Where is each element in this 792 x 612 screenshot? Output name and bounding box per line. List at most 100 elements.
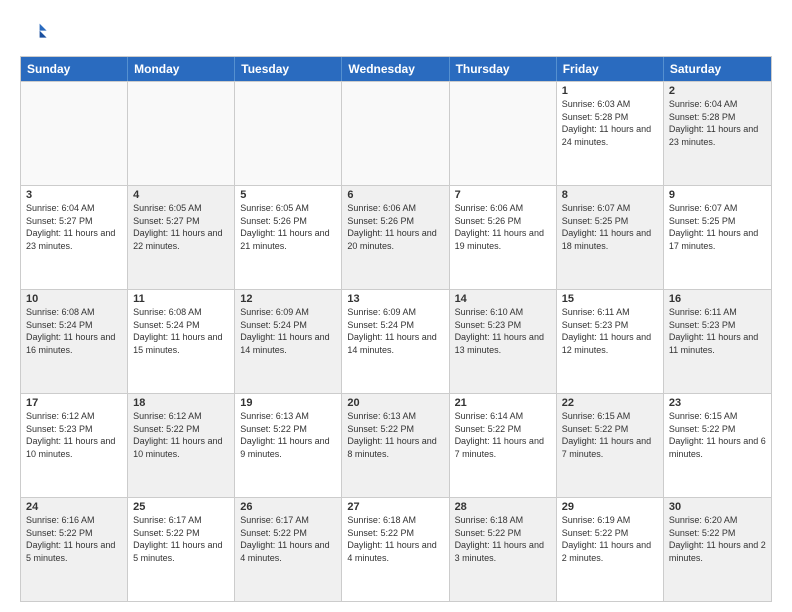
day-info: Sunrise: 6:10 AM Sunset: 5:23 PM Dayligh… [455, 306, 551, 356]
day-info: Sunrise: 6:08 AM Sunset: 5:24 PM Dayligh… [133, 306, 229, 356]
calendar-row: 10Sunrise: 6:08 AM Sunset: 5:24 PM Dayli… [21, 289, 771, 393]
day-info: Sunrise: 6:12 AM Sunset: 5:23 PM Dayligh… [26, 410, 122, 460]
day-number: 19 [240, 397, 336, 409]
calendar-cell: 29Sunrise: 6:19 AM Sunset: 5:22 PM Dayli… [557, 498, 664, 601]
calendar-cell: 16Sunrise: 6:11 AM Sunset: 5:23 PM Dayli… [664, 290, 771, 393]
calendar-cell: 28Sunrise: 6:18 AM Sunset: 5:22 PM Dayli… [450, 498, 557, 601]
day-number: 17 [26, 397, 122, 409]
calendar-cell: 11Sunrise: 6:08 AM Sunset: 5:24 PM Dayli… [128, 290, 235, 393]
logo [20, 18, 52, 46]
weekday-header: Saturday [664, 57, 771, 81]
calendar-body: 1Sunrise: 6:03 AM Sunset: 5:28 PM Daylig… [21, 81, 771, 601]
day-number: 15 [562, 293, 658, 305]
calendar-cell: 26Sunrise: 6:17 AM Sunset: 5:22 PM Dayli… [235, 498, 342, 601]
calendar: SundayMondayTuesdayWednesdayThursdayFrid… [20, 56, 772, 602]
day-info: Sunrise: 6:19 AM Sunset: 5:22 PM Dayligh… [562, 514, 658, 564]
calendar-cell: 9Sunrise: 6:07 AM Sunset: 5:25 PM Daylig… [664, 186, 771, 289]
calendar-cell: 4Sunrise: 6:05 AM Sunset: 5:27 PM Daylig… [128, 186, 235, 289]
calendar-cell: 3Sunrise: 6:04 AM Sunset: 5:27 PM Daylig… [21, 186, 128, 289]
day-number: 8 [562, 189, 658, 201]
calendar-cell: 2Sunrise: 6:04 AM Sunset: 5:28 PM Daylig… [664, 82, 771, 185]
calendar-cell: 24Sunrise: 6:16 AM Sunset: 5:22 PM Dayli… [21, 498, 128, 601]
calendar-cell: 27Sunrise: 6:18 AM Sunset: 5:22 PM Dayli… [342, 498, 449, 601]
day-info: Sunrise: 6:06 AM Sunset: 5:26 PM Dayligh… [347, 202, 443, 252]
calendar-row: 17Sunrise: 6:12 AM Sunset: 5:23 PM Dayli… [21, 393, 771, 497]
day-number: 7 [455, 189, 551, 201]
day-info: Sunrise: 6:12 AM Sunset: 5:22 PM Dayligh… [133, 410, 229, 460]
calendar-cell: 5Sunrise: 6:05 AM Sunset: 5:26 PM Daylig… [235, 186, 342, 289]
weekday-header: Thursday [450, 57, 557, 81]
day-info: Sunrise: 6:08 AM Sunset: 5:24 PM Dayligh… [26, 306, 122, 356]
day-number: 29 [562, 501, 658, 513]
day-number: 12 [240, 293, 336, 305]
page: SundayMondayTuesdayWednesdayThursdayFrid… [0, 0, 792, 612]
calendar-cell: 13Sunrise: 6:09 AM Sunset: 5:24 PM Dayli… [342, 290, 449, 393]
day-number: 25 [133, 501, 229, 513]
day-number: 30 [669, 501, 766, 513]
calendar-cell [235, 82, 342, 185]
calendar-cell: 8Sunrise: 6:07 AM Sunset: 5:25 PM Daylig… [557, 186, 664, 289]
calendar-cell: 7Sunrise: 6:06 AM Sunset: 5:26 PM Daylig… [450, 186, 557, 289]
weekday-header: Wednesday [342, 57, 449, 81]
day-number: 26 [240, 501, 336, 513]
day-number: 16 [669, 293, 766, 305]
day-number: 2 [669, 85, 766, 97]
day-number: 23 [669, 397, 766, 409]
day-number: 1 [562, 85, 658, 97]
day-info: Sunrise: 6:04 AM Sunset: 5:28 PM Dayligh… [669, 98, 766, 148]
calendar-row: 1Sunrise: 6:03 AM Sunset: 5:28 PM Daylig… [21, 81, 771, 185]
day-info: Sunrise: 6:05 AM Sunset: 5:26 PM Dayligh… [240, 202, 336, 252]
calendar-cell [21, 82, 128, 185]
calendar-cell: 30Sunrise: 6:20 AM Sunset: 5:22 PM Dayli… [664, 498, 771, 601]
day-info: Sunrise: 6:15 AM Sunset: 5:22 PM Dayligh… [562, 410, 658, 460]
day-info: Sunrise: 6:14 AM Sunset: 5:22 PM Dayligh… [455, 410, 551, 460]
day-info: Sunrise: 6:11 AM Sunset: 5:23 PM Dayligh… [669, 306, 766, 356]
day-info: Sunrise: 6:05 AM Sunset: 5:27 PM Dayligh… [133, 202, 229, 252]
day-number: 28 [455, 501, 551, 513]
day-number: 9 [669, 189, 766, 201]
calendar-header: SundayMondayTuesdayWednesdayThursdayFrid… [21, 57, 771, 81]
calendar-cell: 12Sunrise: 6:09 AM Sunset: 5:24 PM Dayli… [235, 290, 342, 393]
weekday-header: Monday [128, 57, 235, 81]
logo-icon [20, 18, 48, 46]
day-number: 6 [347, 189, 443, 201]
calendar-row: 24Sunrise: 6:16 AM Sunset: 5:22 PM Dayli… [21, 497, 771, 601]
calendar-cell: 21Sunrise: 6:14 AM Sunset: 5:22 PM Dayli… [450, 394, 557, 497]
day-info: Sunrise: 6:07 AM Sunset: 5:25 PM Dayligh… [669, 202, 766, 252]
header [20, 18, 772, 46]
day-number: 27 [347, 501, 443, 513]
day-info: Sunrise: 6:18 AM Sunset: 5:22 PM Dayligh… [455, 514, 551, 564]
day-info: Sunrise: 6:07 AM Sunset: 5:25 PM Dayligh… [562, 202, 658, 252]
day-number: 3 [26, 189, 122, 201]
calendar-cell [450, 82, 557, 185]
day-number: 5 [240, 189, 336, 201]
day-info: Sunrise: 6:20 AM Sunset: 5:22 PM Dayligh… [669, 514, 766, 564]
day-number: 21 [455, 397, 551, 409]
day-info: Sunrise: 6:18 AM Sunset: 5:22 PM Dayligh… [347, 514, 443, 564]
calendar-cell: 15Sunrise: 6:11 AM Sunset: 5:23 PM Dayli… [557, 290, 664, 393]
calendar-cell: 17Sunrise: 6:12 AM Sunset: 5:23 PM Dayli… [21, 394, 128, 497]
day-number: 11 [133, 293, 229, 305]
day-info: Sunrise: 6:17 AM Sunset: 5:22 PM Dayligh… [133, 514, 229, 564]
day-number: 10 [26, 293, 122, 305]
weekday-header: Sunday [21, 57, 128, 81]
day-info: Sunrise: 6:04 AM Sunset: 5:27 PM Dayligh… [26, 202, 122, 252]
day-number: 22 [562, 397, 658, 409]
calendar-cell: 1Sunrise: 6:03 AM Sunset: 5:28 PM Daylig… [557, 82, 664, 185]
day-number: 13 [347, 293, 443, 305]
day-info: Sunrise: 6:16 AM Sunset: 5:22 PM Dayligh… [26, 514, 122, 564]
calendar-cell: 20Sunrise: 6:13 AM Sunset: 5:22 PM Dayli… [342, 394, 449, 497]
day-number: 20 [347, 397, 443, 409]
day-number: 18 [133, 397, 229, 409]
calendar-cell [128, 82, 235, 185]
day-number: 24 [26, 501, 122, 513]
calendar-cell: 10Sunrise: 6:08 AM Sunset: 5:24 PM Dayli… [21, 290, 128, 393]
day-info: Sunrise: 6:11 AM Sunset: 5:23 PM Dayligh… [562, 306, 658, 356]
weekday-header: Tuesday [235, 57, 342, 81]
day-info: Sunrise: 6:13 AM Sunset: 5:22 PM Dayligh… [347, 410, 443, 460]
calendar-cell: 6Sunrise: 6:06 AM Sunset: 5:26 PM Daylig… [342, 186, 449, 289]
calendar-cell: 18Sunrise: 6:12 AM Sunset: 5:22 PM Dayli… [128, 394, 235, 497]
day-info: Sunrise: 6:09 AM Sunset: 5:24 PM Dayligh… [240, 306, 336, 356]
calendar-cell: 22Sunrise: 6:15 AM Sunset: 5:22 PM Dayli… [557, 394, 664, 497]
calendar-cell: 14Sunrise: 6:10 AM Sunset: 5:23 PM Dayli… [450, 290, 557, 393]
